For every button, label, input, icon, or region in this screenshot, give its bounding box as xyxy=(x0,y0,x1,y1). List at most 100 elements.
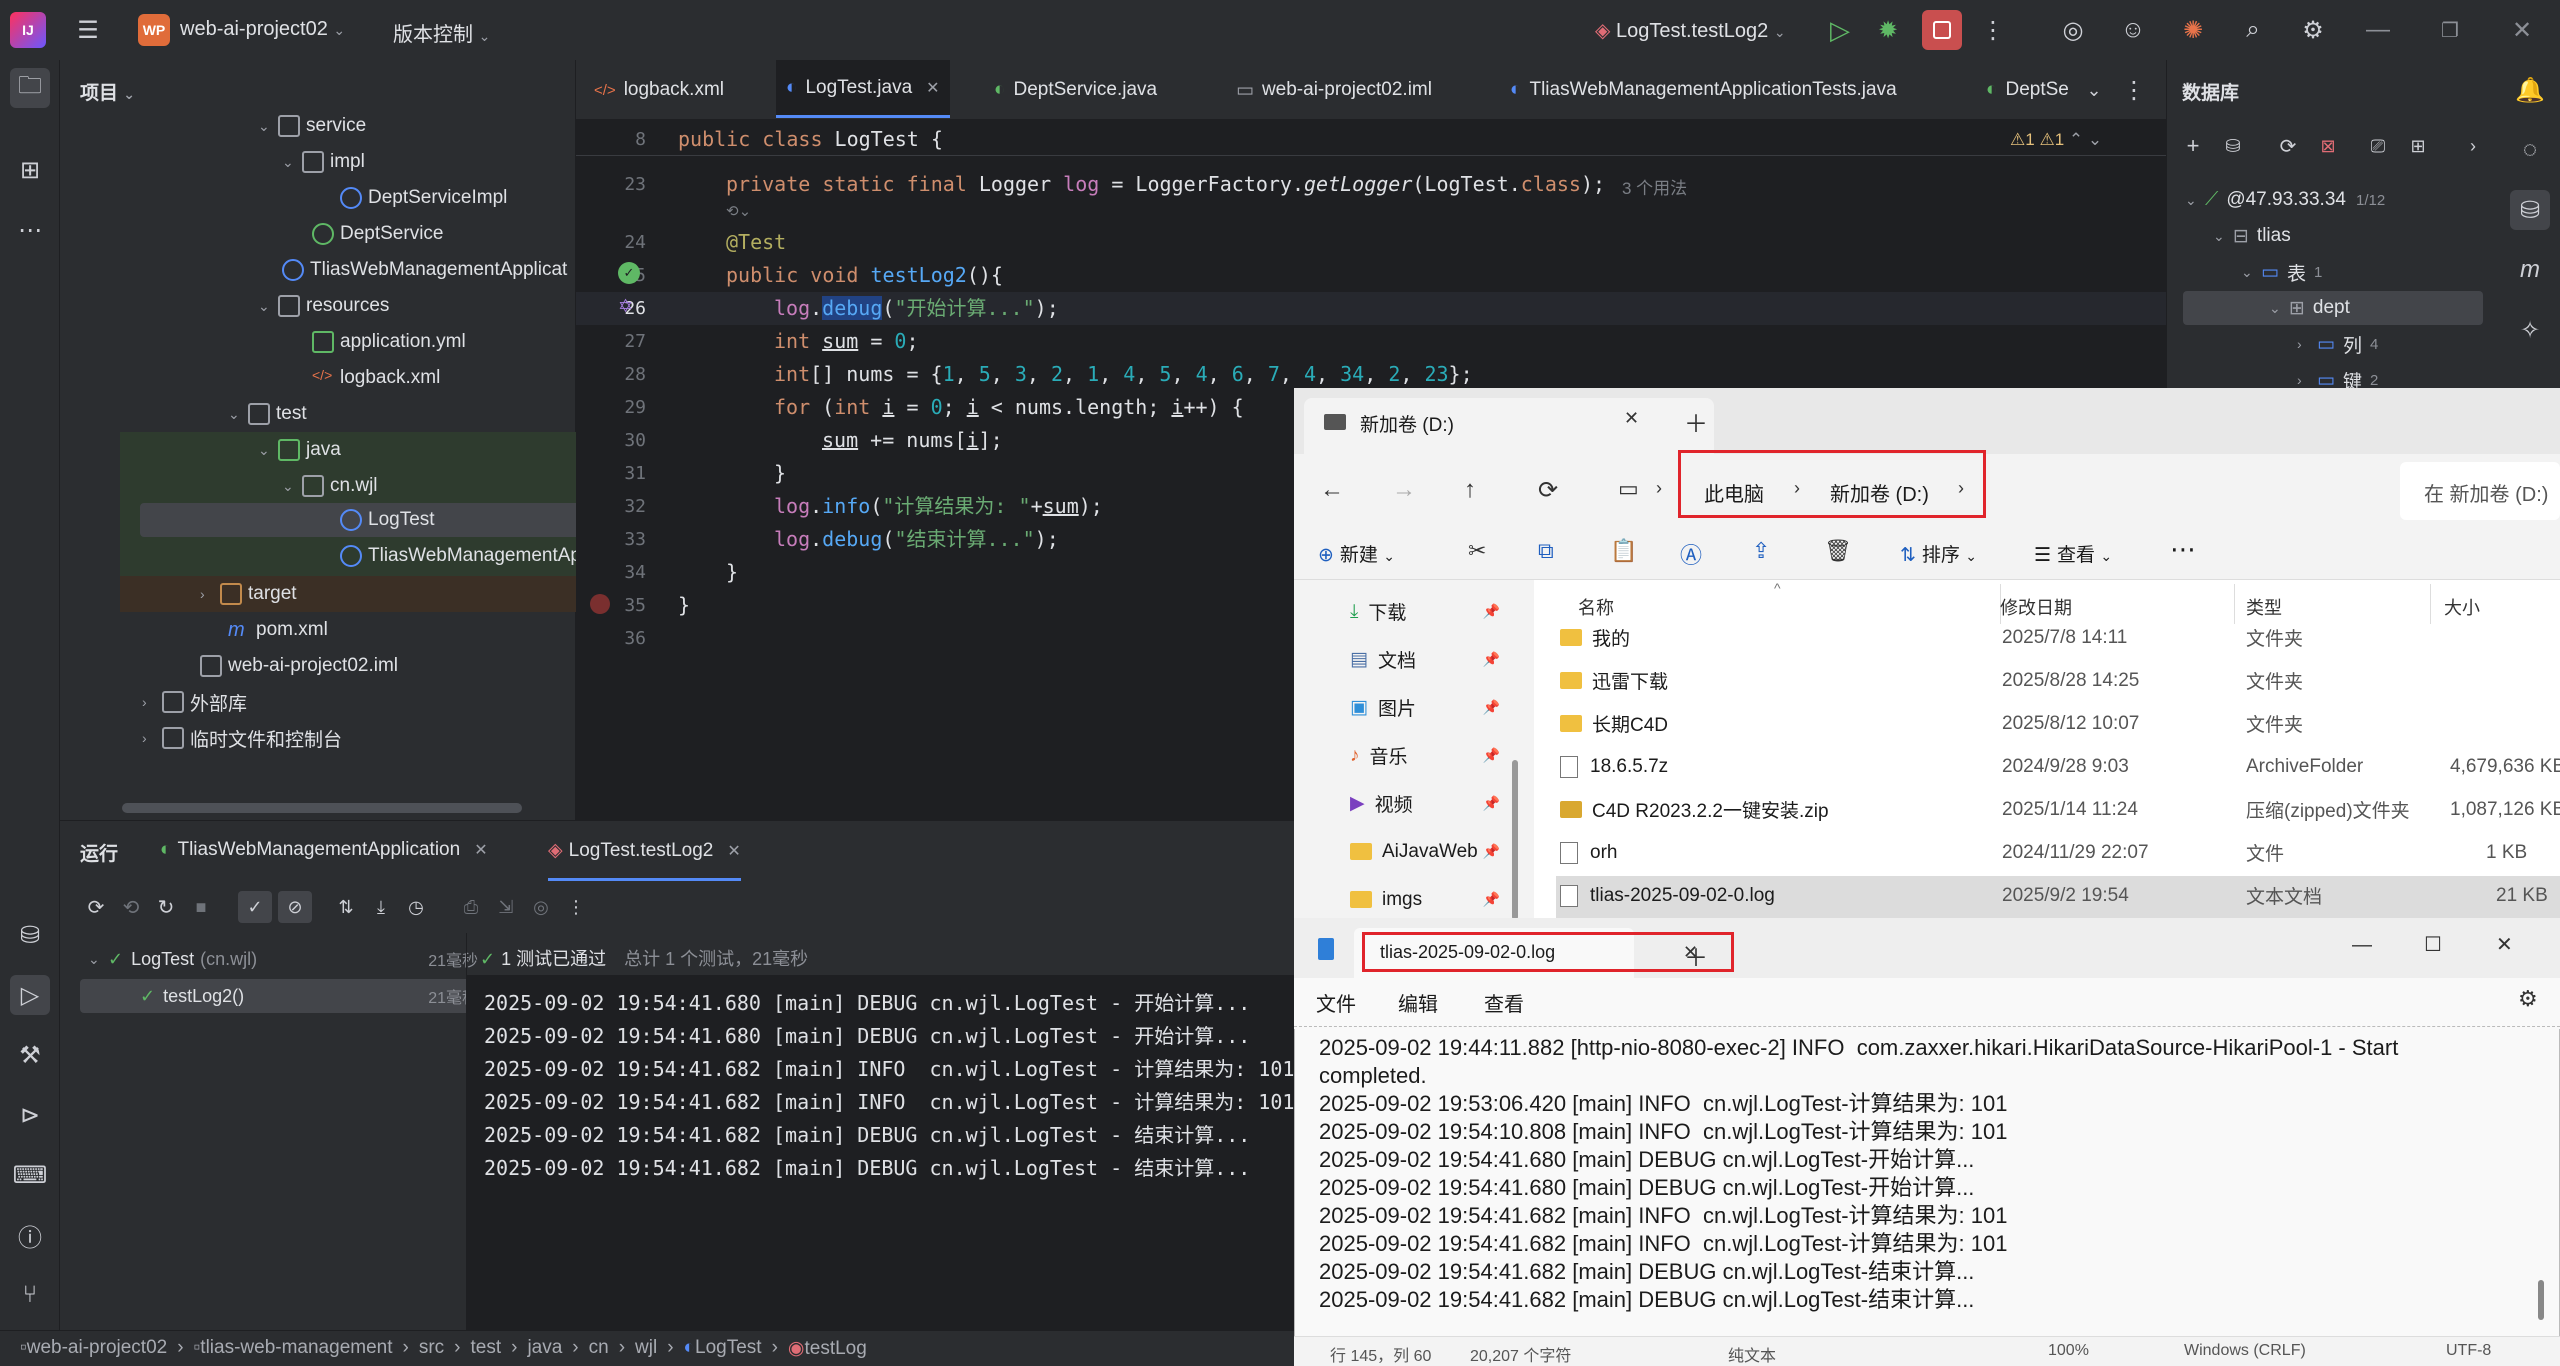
code-line-24[interactable]: @Test xyxy=(726,226,786,259)
db-tables-node[interactable]: ⌄ ▭ 表 1 xyxy=(2241,254,2322,290)
breadcrumb-item[interactable]: wjl xyxy=(635,1337,657,1360)
cut-icon[interactable]: ✂ xyxy=(1468,538,1486,564)
stop-button[interactable] xyxy=(1922,10,1962,50)
notifications-bell-icon[interactable]: 🔔 xyxy=(2510,70,2550,110)
new-tab-icon[interactable]: ＋ xyxy=(1684,404,1708,439)
tab-logback-xml[interactable]: </> logback.xml xyxy=(584,60,734,120)
sidebar-item-pictures[interactable]: ▣ 图片 📌 xyxy=(1350,686,1500,729)
copy-icon[interactable]: ⧉ xyxy=(1538,538,1554,564)
close-tab-icon[interactable]: ✕ xyxy=(727,843,740,860)
code-line-28[interactable]: int[] nums = {1, 5, 3, 2, 1, 4, 5, 4, 6,… xyxy=(774,358,1473,391)
maximize-icon[interactable]: ☐ xyxy=(2424,932,2442,957)
notepad-scrollbar[interactable] xyxy=(2538,1280,2544,1320)
tree-node[interactable]: ⌄ service xyxy=(258,108,366,144)
file-row[interactable]: C4D R2023.2.2一键安装.zip 2025/1/14 11:24 压缩(z… xyxy=(1560,788,2560,831)
new-button[interactable]: ⊕ 新建 ⌄ xyxy=(1318,540,1395,567)
file-row[interactable]: 迅雷下载 2025/8/28 14:25 文件夹 xyxy=(1560,659,2560,702)
terminal-icon[interactable]: ⌨ xyxy=(10,1155,50,1195)
tree-node[interactable]: › target xyxy=(200,576,297,612)
tree-node[interactable]: › 临时文件和控制台 xyxy=(142,720,342,756)
git-icon[interactable]: ⑂ xyxy=(10,1275,50,1315)
disconnect-icon[interactable]: ⊠ xyxy=(2312,130,2344,162)
view-button[interactable]: ☰ 查看 ⌄ xyxy=(2034,540,2112,567)
tree-node[interactable]: </> logback.xml xyxy=(312,360,440,396)
minimize-icon[interactable]: — xyxy=(2352,934,2372,957)
import-tests-icon[interactable]: ⤓ xyxy=(365,891,397,923)
tab-deptse[interactable]: ◐ DeptSe xyxy=(1976,60,2079,120)
minimize-icon[interactable]: — xyxy=(2360,12,2396,48)
rerun-failed-icon[interactable]: ⟲ xyxy=(115,891,147,923)
history-icon[interactable]: ◷ xyxy=(400,891,432,923)
this-pc-icon[interactable]: ▭ xyxy=(1618,476,1639,502)
breadcrumb-item[interactable]: ◐LogTest xyxy=(684,1337,762,1360)
back-icon[interactable]: ← xyxy=(1320,476,1344,504)
warnings-indicator[interactable]: ⚠1 ⚠1 ⌃ ⌄ xyxy=(2010,130,2102,150)
close-tab-icon[interactable]: ✕ xyxy=(926,78,939,98)
tabs-dropdown-icon[interactable]: ⌄ xyxy=(2076,72,2112,108)
run-icon[interactable]: ▷ xyxy=(1822,12,1858,48)
tree-node[interactable]: web-ai-project02.iml xyxy=(200,648,398,684)
add-datasource-icon[interactable]: + xyxy=(2177,130,2209,162)
menu-file[interactable]: 文件 xyxy=(1316,988,1356,1017)
tree-node[interactable]: ⌄ cn.wjl xyxy=(282,468,378,504)
breadcrumb-item[interactable]: ▫tlias-web-management xyxy=(194,1337,393,1360)
sidebar-item-documents[interactable]: ▤ 文档 📌 xyxy=(1350,638,1500,681)
forward-icon[interactable]: → xyxy=(1392,476,1416,504)
encoding[interactable]: UTF-8 xyxy=(2446,1342,2491,1360)
add-user-icon[interactable]: ☺ xyxy=(2115,12,2151,48)
breadcrumb-item[interactable]: java xyxy=(527,1337,562,1360)
sidebar-item-downloads[interactable]: ⤓ 下载 📌 xyxy=(1350,590,1500,633)
breadcrumb-item[interactable]: cn xyxy=(589,1337,609,1360)
line-ending[interactable]: Windows (CRLF) xyxy=(2184,1342,2306,1360)
run-tab-logtest[interactable]: ◈ LogTest.testLog2 ✕ xyxy=(548,825,741,881)
share-icon[interactable]: ⇪ xyxy=(1752,538,1770,564)
code-line-30[interactable]: sum += nums[i]; xyxy=(822,424,1003,457)
file-row[interactable]: orh 2024/11/29 22:07 文件 1 KB xyxy=(1560,831,2560,874)
code-line-25[interactable]: public void testLog2(){ xyxy=(726,259,1003,292)
breadcrumb-item[interactable]: src xyxy=(419,1337,444,1360)
tab-logtest-java[interactable]: ◐ LogTest.java ✕ xyxy=(776,60,950,118)
breadcrumb-item[interactable]: ▫web-ai-project02 xyxy=(20,1337,167,1360)
run-tool-icon[interactable]: ▷ xyxy=(10,975,50,1015)
toggle-auto-test-icon[interactable]: ↻ xyxy=(150,891,182,923)
console-icon[interactable]: ⎚ xyxy=(2362,130,2394,162)
close-window-icon[interactable]: ✕ xyxy=(2504,12,2540,48)
tree-node[interactable]: DeptServiceImpl xyxy=(340,180,507,216)
zoom-level[interactable]: 100% xyxy=(2048,1342,2089,1360)
sidebar-item-videos[interactable]: ▶ 视频 📌 xyxy=(1350,782,1500,825)
restore-icon[interactable]: ❐ xyxy=(2432,12,2468,48)
file-row[interactable]: 长期C4D 2025/8/12 10:07 文件夹 xyxy=(1560,702,2560,745)
sidebar-item-imgs[interactable]: imgs 📌 xyxy=(1350,878,1500,921)
sidebar-item-music[interactable]: ♪ 音乐 📌 xyxy=(1350,734,1500,777)
usages-hint[interactable]: 3 个用法 xyxy=(1622,174,1687,199)
tab-deptservice-java[interactable]: ◐ DeptService.java xyxy=(984,60,1167,120)
expand-toolbar-icon[interactable]: › xyxy=(2457,130,2489,162)
structure-tool-icon[interactable]: ⊞ xyxy=(10,150,50,190)
tree-node[interactable]: application.yml xyxy=(312,324,466,360)
close-tab-icon[interactable]: ✕ xyxy=(474,842,487,859)
tree-node[interactable]: › 外部库 xyxy=(142,684,247,720)
db-schema-node[interactable]: ⌄ ⊟ tlias xyxy=(2213,218,2291,254)
ai-assistant-icon[interactable]: ◎ xyxy=(2055,12,2091,48)
sidebar-scrollbar[interactable] xyxy=(1512,760,1518,920)
screenshot-icon[interactable]: ⎙ xyxy=(455,891,487,923)
tree-node[interactable]: TliasWebManagementApplicat xyxy=(282,252,567,288)
build-tool-icon[interactable]: ⚒ xyxy=(10,1035,50,1075)
database-tool-icon[interactable]: ⛁ xyxy=(2510,190,2550,230)
db-columns-node[interactable]: › ▭ 列 4 xyxy=(2297,326,2378,362)
refresh-icon[interactable]: ⟳ xyxy=(1538,476,1558,505)
file-row[interactable]: 18.6.5.7z 2024/9/28 9:03 ArchiveFolder 4,67… xyxy=(1560,745,2560,788)
menu-view[interactable]: 查看 xyxy=(1484,988,1524,1017)
breadcrumb-item[interactable]: ◉testLog xyxy=(788,1337,867,1360)
settings-gear-icon[interactable]: ⚙ xyxy=(2518,986,2538,1012)
code-line-23[interactable]: private static final Logger log = Logger… xyxy=(726,168,1605,201)
more-icon[interactable]: ⋮ xyxy=(560,891,592,923)
tree-node[interactable]: ⌄ java xyxy=(258,432,341,468)
coverage-icon[interactable]: ◎ xyxy=(525,891,557,923)
tree-node[interactable]: ⌄ impl xyxy=(282,144,365,180)
breadcrumb-item[interactable]: test xyxy=(470,1337,501,1360)
db-table-node[interactable]: ⌄ ⊞ dept xyxy=(2269,290,2350,326)
horizontal-scrollbar[interactable] xyxy=(122,803,522,813)
tab-application-tests[interactable]: ◐ TliasWebManagementApplicationTests.java xyxy=(1500,60,1907,120)
code-line-26[interactable]: log.debug("开始计算..."); xyxy=(774,292,1059,325)
